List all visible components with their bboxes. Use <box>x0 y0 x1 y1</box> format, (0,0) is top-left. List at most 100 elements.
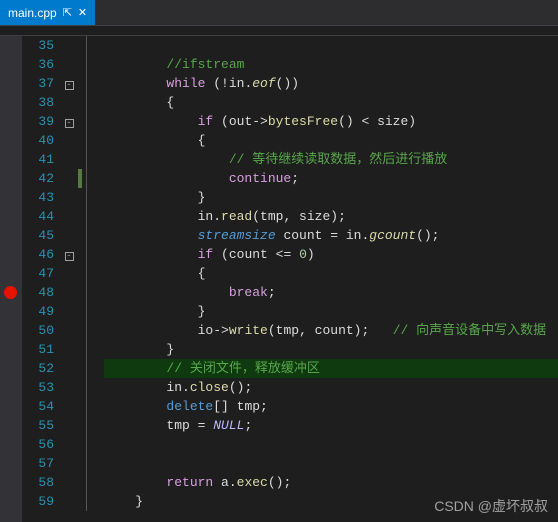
glyph-cell[interactable] <box>0 74 22 93</box>
fold-cell[interactable] <box>60 207 78 226</box>
file-tab[interactable]: main.cpp ⇱ ✕ <box>0 0 95 25</box>
fold-cell[interactable] <box>60 416 78 435</box>
fold-cell[interactable] <box>60 359 78 378</box>
code-line[interactable]: { <box>104 131 558 150</box>
glyph-cell[interactable] <box>0 55 22 74</box>
token-flow: if <box>198 114 214 129</box>
fold-cell[interactable] <box>60 340 78 359</box>
fold-cell[interactable] <box>60 473 78 492</box>
line-number: 57 <box>22 454 54 473</box>
code-area[interactable]: //ifstream while (!in.eof()) { if (out->… <box>100 36 558 522</box>
code-line[interactable]: { <box>104 264 558 283</box>
fold-cell[interactable] <box>60 226 78 245</box>
code-line[interactable]: // 关闭文件，释放缓冲区 <box>104 359 558 378</box>
code-line[interactable]: } <box>104 188 558 207</box>
pin-icon[interactable]: ⇱ <box>63 6 72 19</box>
fold-cell[interactable] <box>60 302 78 321</box>
code-line[interactable]: if (count <= 0) <box>104 245 558 264</box>
glyph-cell[interactable] <box>0 302 22 321</box>
token-flow: break <box>229 285 268 300</box>
code-line[interactable]: in.read(tmp, size); <box>104 207 558 226</box>
fold-toggle-icon[interactable]: - <box>65 119 74 128</box>
fold-cell[interactable] <box>60 55 78 74</box>
glyph-cell[interactable] <box>0 454 22 473</box>
glyph-cell[interactable] <box>0 169 22 188</box>
code-line[interactable]: io->write(tmp, count); // 向声音设备中写入数据 <box>104 321 558 340</box>
fold-cell[interactable] <box>60 378 78 397</box>
code-line[interactable]: break; <box>104 283 558 302</box>
glyph-cell[interactable] <box>0 435 22 454</box>
token-p: (tmp, size); <box>252 209 346 224</box>
fold-cell[interactable] <box>60 36 78 55</box>
code-editor[interactable]: 3536373839404142434445464748495051525354… <box>0 36 558 522</box>
glyph-cell[interactable] <box>0 378 22 397</box>
code-line[interactable] <box>104 454 558 473</box>
code-line[interactable]: } <box>104 302 558 321</box>
code-line[interactable]: } <box>104 340 558 359</box>
guide-cell <box>78 416 100 435</box>
token-p: } <box>198 304 206 319</box>
glyph-cell[interactable] <box>0 188 22 207</box>
code-line[interactable]: streamsize count = in.gcount(); <box>104 226 558 245</box>
fold-cell[interactable] <box>60 131 78 150</box>
glyph-cell[interactable] <box>0 36 22 55</box>
token-id: in. <box>198 209 221 224</box>
glyph-cell[interactable] <box>0 416 22 435</box>
code-line[interactable]: in.close(); <box>104 378 558 397</box>
code-line[interactable]: return a.exec(); <box>104 473 558 492</box>
fold-cell[interactable]: - <box>60 74 78 93</box>
glyph-cell[interactable] <box>0 112 22 131</box>
fold-cell[interactable] <box>60 188 78 207</box>
glyph-cell[interactable] <box>0 359 22 378</box>
fold-cell[interactable] <box>60 150 78 169</box>
code-line[interactable]: //ifstream <box>104 55 558 74</box>
code-line[interactable]: // 等待继续读取数据，然后进行播放 <box>104 150 558 169</box>
glyph-cell[interactable] <box>0 492 22 511</box>
token-fn: bytesFree <box>268 114 338 129</box>
line-number: 50 <box>22 321 54 340</box>
glyph-cell[interactable] <box>0 207 22 226</box>
fold-cell[interactable] <box>60 321 78 340</box>
breakpoint-icon[interactable] <box>4 286 17 299</box>
glyph-cell[interactable] <box>0 283 22 302</box>
line-number: 39 <box>22 112 54 131</box>
glyph-cell[interactable] <box>0 93 22 112</box>
code-line[interactable]: { <box>104 93 558 112</box>
code-line[interactable]: tmp = NULL; <box>104 416 558 435</box>
code-line[interactable] <box>104 435 558 454</box>
guide-cell <box>78 473 100 492</box>
code-line[interactable]: delete[] tmp; <box>104 397 558 416</box>
code-line[interactable]: continue; <box>104 169 558 188</box>
code-line[interactable]: while (!in.eof()) <box>104 74 558 93</box>
fold-cell[interactable] <box>60 93 78 112</box>
fold-cell[interactable]: - <box>60 245 78 264</box>
code-line[interactable] <box>104 36 558 55</box>
glyph-cell[interactable] <box>0 321 22 340</box>
fold-cell[interactable] <box>60 454 78 473</box>
guide-cell <box>78 435 100 454</box>
token-kw2: streamsize <box>198 228 276 243</box>
glyph-cell[interactable] <box>0 340 22 359</box>
fold-toggle-icon[interactable]: - <box>65 81 74 90</box>
code-line[interactable]: if (out->bytesFree() < size) <box>104 112 558 131</box>
glyph-cell[interactable] <box>0 264 22 283</box>
fold-cell[interactable] <box>60 397 78 416</box>
glyph-cell[interactable] <box>0 131 22 150</box>
fold-cell[interactable] <box>60 169 78 188</box>
close-icon[interactable]: ✕ <box>78 6 87 19</box>
fold-cell[interactable]: - <box>60 112 78 131</box>
guide-cell <box>78 188 100 207</box>
glyph-cell[interactable] <box>0 245 22 264</box>
fold-cell[interactable] <box>60 283 78 302</box>
glyph-cell[interactable] <box>0 397 22 416</box>
glyph-cell[interactable] <box>0 473 22 492</box>
glyph-cell[interactable] <box>0 150 22 169</box>
fold-cell[interactable] <box>60 264 78 283</box>
guide-cell <box>78 74 100 93</box>
fold-cell[interactable] <box>60 492 78 511</box>
fold-cell[interactable] <box>60 435 78 454</box>
glyph-cell[interactable] <box>0 226 22 245</box>
fold-column[interactable]: - - - <box>60 36 78 522</box>
fold-toggle-icon[interactable]: - <box>65 252 74 261</box>
glyph-margin[interactable] <box>0 36 22 522</box>
